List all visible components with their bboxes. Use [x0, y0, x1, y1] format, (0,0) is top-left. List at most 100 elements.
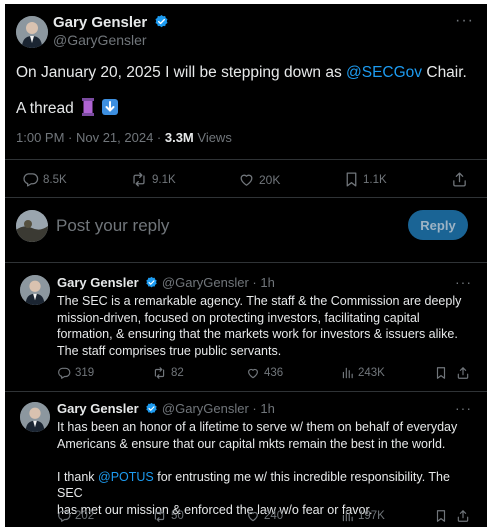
tweet-text: On January 20, 2025 I will be stepping d… — [16, 62, 476, 84]
reply-author-avatar[interactable] — [20, 402, 50, 432]
verified-badge-icon — [146, 276, 157, 288]
heart-icon — [240, 174, 253, 186]
reply-input[interactable]: Post your reply — [56, 216, 169, 236]
bookmark-action[interactable] — [435, 509, 447, 527]
repost-action[interactable]: 82 — [152, 366, 184, 380]
reply-button[interactable]: Reply — [408, 210, 468, 240]
tweet-thread-view: Gary Gensler @GaryGensler ··· On January… — [5, 4, 487, 527]
share-icon — [457, 367, 469, 379]
more-options-icon[interactable]: ··· — [455, 400, 472, 416]
bookmark-action[interactable]: 1.1K — [344, 171, 387, 188]
bookmark-icon — [436, 510, 446, 522]
comment-icon — [58, 367, 71, 379]
like-count: 20K — [259, 172, 281, 187]
thread-line: A thread 🧵 ⬇ — [16, 98, 119, 120]
reply-count: 319 — [75, 367, 95, 379]
reply-timestamp[interactable]: · 1h — [252, 401, 274, 416]
tweet-timestamp[interactable]: 1:00 PM · Nov 21, 2024 · — [16, 130, 165, 145]
reply-text: It has been an honor of a lifetime to se… — [57, 419, 465, 518]
reply-author-handle[interactable]: @GaryGensler — [162, 275, 249, 290]
divider — [5, 159, 487, 160]
bookmark-icon — [436, 367, 446, 379]
reply-count: 8.5K — [43, 173, 67, 186]
reply-count: 202 — [75, 510, 95, 522]
divider — [5, 197, 487, 198]
bookmark-action[interactable] — [435, 366, 447, 385]
verified-badge-icon — [155, 14, 168, 28]
reply-author-name[interactable]: Gary Gensler — [57, 401, 139, 416]
reply-timestamp[interactable]: · 1h — [252, 275, 274, 290]
heart-icon — [248, 368, 258, 379]
repost-count: 82 — [171, 367, 184, 379]
reply-text-line: mission-driven, focused on protecting in… — [57, 310, 420, 325]
like-count: 436 — [264, 367, 284, 379]
views-count: 3.3M — [164, 130, 194, 145]
reply-text-line: The staff comprises true public servants… — [57, 343, 282, 358]
reply-header: Gary Gensler @GaryGensler · 1h — [57, 401, 275, 416]
reply-author-handle[interactable]: @GaryGensler — [162, 401, 249, 416]
share-icon — [453, 172, 466, 187]
avatar-portrait-icon — [16, 16, 48, 48]
mention-link-potus[interactable]: @POTUS — [98, 470, 154, 484]
reply-header: Gary Gensler @GaryGensler · 1h — [57, 275, 275, 290]
reply-action[interactable]: 8.5K — [22, 171, 67, 188]
reply-action[interactable]: 202 — [57, 509, 94, 523]
reply-author-name[interactable]: Gary Gensler — [57, 275, 139, 290]
author-handle[interactable]: @GaryGensler — [53, 32, 147, 48]
author-avatar[interactable] — [16, 16, 48, 48]
like-action[interactable]: 240 — [246, 509, 283, 523]
repost-icon — [154, 510, 165, 522]
views-action[interactable]: 197K — [341, 509, 385, 523]
views-action[interactable]: 243K — [341, 366, 385, 380]
views-label: Views — [193, 130, 232, 145]
heart-icon — [248, 511, 258, 522]
comment-icon — [23, 173, 39, 187]
divider — [5, 262, 487, 263]
tweet-meta: 1:00 PM · Nov 21, 2024 · 3.3M Views — [16, 130, 232, 145]
thread-spool-emoji: 🧵 — [81, 98, 95, 116]
repost-count: 50 — [171, 510, 184, 522]
like-action[interactable]: 436 — [246, 366, 283, 380]
share-action[interactable] — [456, 509, 470, 527]
thread-text: A thread — [16, 100, 74, 117]
analytics-icon — [342, 510, 353, 522]
divider — [5, 391, 487, 392]
reply-author-avatar[interactable] — [20, 275, 50, 305]
repost-action[interactable]: 9.1K — [130, 171, 176, 188]
avatar-portrait-icon — [20, 275, 50, 305]
reply-text-part: I thank — [57, 469, 98, 484]
author-name[interactable]: Gary Gensler — [53, 14, 169, 31]
share-icon — [457, 510, 469, 522]
reply-text-line: formation, & ensuring that the markets w… — [57, 327, 458, 341]
like-count: 240 — [264, 510, 284, 522]
reply-text-line: Americans & ensure that our capital mkts… — [57, 436, 446, 451]
tweet-text-part: On January 20, 2025 I will be stepping d… — [16, 64, 347, 81]
reply-text: The SEC is a remarkable agency. The staf… — [57, 293, 465, 359]
repost-icon — [133, 172, 145, 187]
bookmark-icon — [346, 172, 357, 187]
reply-action[interactable]: 319 — [57, 366, 94, 380]
down-arrow-emoji: ⬇ — [102, 99, 119, 115]
repost-icon — [154, 367, 165, 379]
like-action[interactable]: 20K — [238, 171, 280, 188]
repost-action[interactable]: 50 — [152, 509, 184, 523]
view-count: 197K — [358, 510, 385, 522]
comment-icon — [58, 510, 71, 522]
bookmark-count: 1.1K — [363, 173, 387, 186]
repost-count: 9.1K — [152, 173, 176, 186]
view-count: 243K — [358, 367, 385, 379]
avatar-portrait-icon — [20, 402, 50, 432]
more-options-icon[interactable]: ··· — [455, 12, 474, 30]
tweet-text-part: Chair. — [422, 64, 467, 81]
share-action[interactable] — [456, 366, 470, 385]
reply-text-line: The SEC is a remarkable agency. The staf… — [57, 294, 462, 308]
reply-text-line: I thank @POTUS for entrusting me w/ this… — [57, 469, 465, 502]
current-user-avatar[interactable] — [16, 210, 48, 242]
user-avatar-icon — [16, 210, 48, 242]
more-options-icon[interactable]: ··· — [455, 274, 472, 290]
mention-link-secgov[interactable]: @SECGov — [346, 64, 422, 81]
analytics-icon — [342, 367, 353, 379]
share-action[interactable] — [451, 171, 468, 193]
verified-badge-icon — [146, 402, 157, 414]
